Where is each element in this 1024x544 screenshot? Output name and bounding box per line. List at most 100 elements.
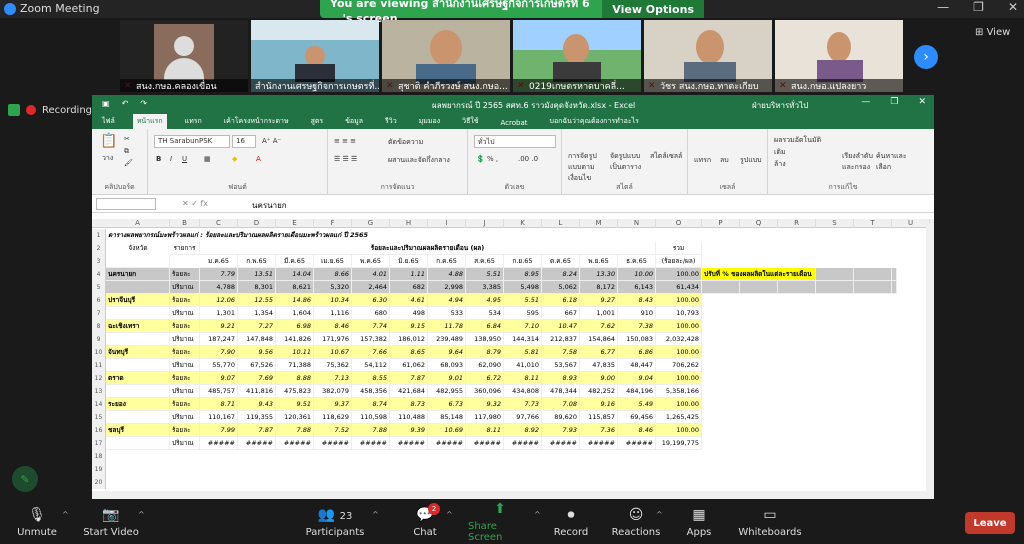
grid-cell[interactable]: ก.ย.65 [504,255,542,268]
participant-tile[interactable]: ✕ สุชาติ คำภีรวงษ์ สนง.กษอ... [382,20,510,92]
paste-icon[interactable]: 📋 [100,133,117,149]
grid-cell[interactable]: ร้อยละ [170,398,200,411]
grid-cell[interactable]: 5.51 [504,294,542,307]
grid-cell[interactable]: 100.00 [656,320,702,333]
whiteboards-button[interactable]: ▭ Whiteboards [738,500,802,544]
row-header[interactable]: 8 [92,320,106,333]
grid-cell[interactable]: 138,950 [466,333,504,346]
format-painter-icon[interactable]: 🖌 [124,159,133,167]
row-header[interactable]: 5 [92,281,106,294]
grid-cell[interactable]: 7.62 [580,320,618,333]
grid-cell[interactable]: ##### [200,437,238,450]
fill-color-icon[interactable]: ◆ [232,155,237,163]
grid-cell[interactable]: ตราด [106,372,170,385]
apps-button[interactable]: ▦ Apps [684,500,714,544]
view-options-button[interactable]: View Options [602,0,704,18]
grid-cell[interactable]: จังหวัด [106,242,170,255]
sheet-tab-bar[interactable] [92,491,934,499]
grid-cell[interactable]: 110,167 [200,411,238,424]
column-header[interactable]: L [542,219,580,228]
fx-icon[interactable]: ✕ ✓ fx [182,199,208,208]
reactions-button[interactable]: ☺ Reactions [612,500,661,544]
grid-cell[interactable]: ปรับที่ % ของผลผลิตในแต่ละรายเดือน [702,268,816,281]
name-box[interactable] [96,198,156,210]
grid-cell[interactable]: 7.58 [542,346,580,359]
minimize-icon[interactable]: — [861,97,870,107]
participants-button[interactable]: 👥 23 Participants [300,500,370,544]
grid-cell[interactable]: 171,976 [314,333,352,346]
tab-item[interactable]: Acrobat [497,117,532,129]
grid-cell[interactable]: ปริมาณ [170,411,200,424]
paste-label[interactable]: วาง [102,153,113,164]
grid-cell[interactable]: พ.ค.65 [352,255,390,268]
grid-cell[interactable]: ส.ค.65 [466,255,504,268]
column-header[interactable]: J [466,219,504,228]
vertical-scrollbar[interactable] [926,223,934,499]
grid-cell[interactable]: 62,090 [466,359,504,372]
grid-cell[interactable]: 5.81 [504,346,542,359]
grid-cell[interactable]: ##### [428,437,466,450]
grid-cell[interactable]: 7.38 [618,320,656,333]
grid-cell[interactable]: เม.ย.65 [314,255,352,268]
grid-cell[interactable]: 8.88 [276,372,314,385]
audio-options-icon[interactable]: ^ [62,510,69,519]
grid-cell[interactable]: 239,489 [428,333,466,346]
grid-cell[interactable]: 7.87 [238,424,276,437]
grid-cell[interactable]: 8.93 [542,372,580,385]
undo-icon[interactable]: ↶ [122,99,129,108]
grid-cell[interactable]: 7.93 [542,424,580,437]
grid-cell[interactable]: 9.16 [580,398,618,411]
grid-cell[interactable]: 100.00 [656,268,702,281]
grid-cell[interactable] [106,281,170,294]
grid-cell[interactable]: 47,835 [580,359,618,372]
grid-cell[interactable]: 2,032,428 [656,333,702,346]
grid-cell[interactable]: 8.11 [504,372,542,385]
grid-cell[interactable]: 147,848 [238,333,276,346]
grid-cell[interactable]: 8.79 [466,346,504,359]
grid-cell[interactable]: 10.11 [276,346,314,359]
grid-cell[interactable]: 100.00 [656,424,702,437]
grid-cell[interactable]: ##### [580,437,618,450]
grid-cell[interactable]: ร้อยละ [170,268,200,281]
grid-cell[interactable]: 10.00 [618,268,656,281]
grid-cell[interactable]: 97,766 [504,411,542,424]
column-header[interactable]: C [200,219,238,228]
grid-cell[interactable]: 7.88 [352,424,390,437]
grid-cell[interactable]: 6.18 [542,294,580,307]
grid-cell[interactable]: ก.ค.65 [428,255,466,268]
column-header[interactable]: O [656,219,702,228]
grid-cell[interactable]: ปริมาณ [170,437,200,450]
grid-cell[interactable]: 9.04 [618,372,656,385]
column-header[interactable]: R [778,219,816,228]
grid-cell[interactable]: 478,344 [542,385,580,398]
row-header[interactable]: 3 [92,255,106,268]
close-icon[interactable]: ✕ [1008,0,1018,14]
tab-item[interactable]: รีวิว [381,114,401,129]
grid-cell[interactable] [106,255,170,268]
grid-cell[interactable]: 8.95 [504,268,542,281]
column-header[interactable]: B [170,219,200,228]
row-header[interactable]: 1 [92,229,106,242]
grid-cell[interactable]: ตารางผลพยากรณ์มะพร้าวผลแก่ : ร้อยละและปร… [106,229,428,242]
grid-cell[interactable]: 2,998 [428,281,466,294]
tab-item[interactable]: เค้าโครงหน้ากระดาษ [220,114,293,129]
grid-cell[interactable] [702,281,740,294]
row-header[interactable]: 14 [92,398,106,411]
grid-cell[interactable]: 475,823 [276,385,314,398]
grid-cell[interactable]: 8.74 [352,398,390,411]
grid-cell[interactable]: 6,143 [618,281,656,294]
grid-cell[interactable]: 19,199,775 [656,437,702,450]
grid-cell[interactable]: ##### [542,437,580,450]
font-size-select[interactable]: 16 [232,135,256,148]
grid-cell[interactable]: 71,388 [276,359,314,372]
save-icon[interactable]: ▣ [102,99,110,108]
grid-cell[interactable]: ##### [504,437,542,450]
share-options-icon[interactable]: ^ [534,510,541,519]
grid-cell[interactable]: ร้อยละและปริมาณผลผลิตรายเดือน (ผล) [200,242,656,255]
grid-cell[interactable]: 10.69 [428,424,466,437]
grid-cell[interactable] [106,307,170,320]
grid-cell[interactable] [892,281,897,294]
grid-cell[interactable]: 360,096 [466,385,504,398]
grid-cell[interactable]: นครนายก [106,268,170,281]
italic-icon[interactable]: I [170,155,172,163]
